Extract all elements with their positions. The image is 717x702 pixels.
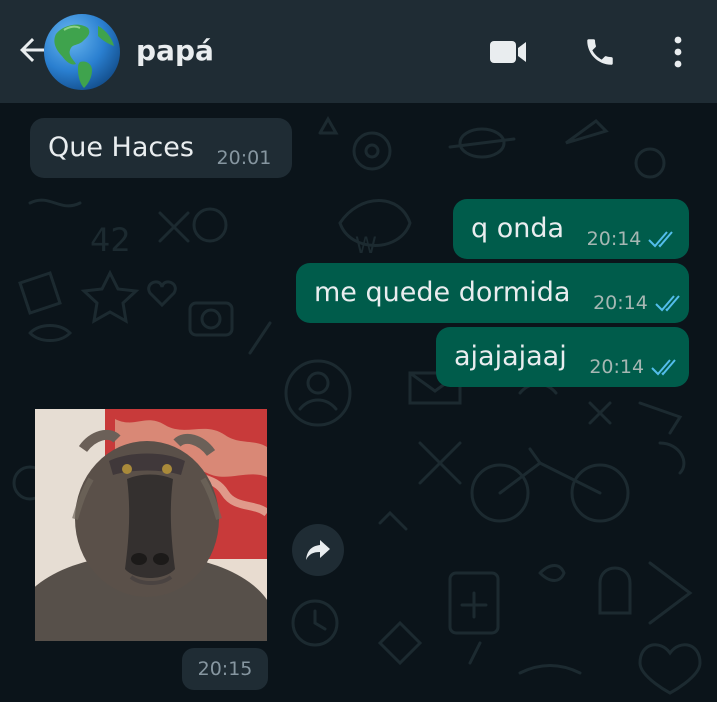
phone-icon xyxy=(587,39,613,65)
more-options-button[interactable] xyxy=(656,30,700,74)
forward-arrow-icon xyxy=(306,540,330,560)
message-text: me quede dormida xyxy=(314,277,571,308)
more-vert-icon xyxy=(674,36,682,68)
message-time: 20:14 xyxy=(593,292,648,314)
outgoing-message[interactable]: q onda 20:14 xyxy=(453,199,689,259)
outgoing-message[interactable]: ajajajaaj 20:14 xyxy=(436,327,689,387)
sticker-message[interactable] xyxy=(35,409,267,641)
chat-header: papá xyxy=(0,0,717,103)
svg-text:W: W xyxy=(355,234,377,259)
message-text: ajajajaaj xyxy=(454,341,567,372)
message-text: q onda xyxy=(471,213,565,244)
video-camera-icon xyxy=(490,41,526,63)
message-meta: 20:01 xyxy=(217,147,272,169)
message-meta: 20:14 xyxy=(593,292,684,314)
baboon-sticker-image xyxy=(35,409,267,641)
svg-text:42: 42 xyxy=(90,221,131,259)
message-time: 20:14 xyxy=(589,356,645,378)
chat-area[interactable]: 42 W Que Haces 20:01 q onda 20:14 me que… xyxy=(0,103,717,702)
incoming-message[interactable]: Que Haces 20:01 xyxy=(30,118,292,178)
voice-call-button[interactable] xyxy=(578,30,622,74)
double-check-icon xyxy=(651,359,676,376)
globe-icon xyxy=(44,14,120,90)
outgoing-message[interactable]: me quede dormida 20:14 xyxy=(296,263,689,323)
forward-button[interactable] xyxy=(292,524,344,576)
double-check-icon xyxy=(648,231,674,248)
message-time: 20:01 xyxy=(216,147,272,169)
contact-avatar[interactable] xyxy=(42,12,122,92)
sticker-timestamp: 20:15 xyxy=(182,648,268,690)
message-text: Que Haces xyxy=(48,132,194,163)
video-call-button[interactable] xyxy=(486,30,530,74)
message-meta: 20:14 xyxy=(587,228,678,250)
message-time: 20:14 xyxy=(586,228,642,250)
double-check-icon xyxy=(655,295,680,312)
message-meta: 20:14 xyxy=(589,356,680,378)
contact-name[interactable]: papá xyxy=(136,34,214,67)
